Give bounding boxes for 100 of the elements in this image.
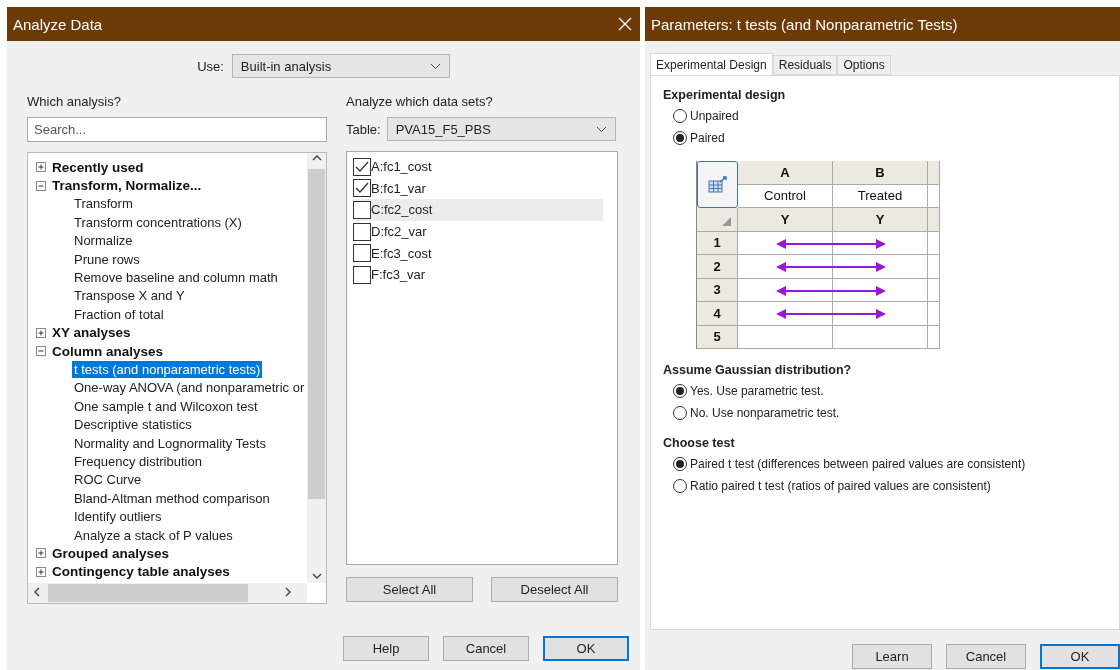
dialog-button[interactable]: Cancel [946,644,1026,669]
data-set-row[interactable]: A:fc1_cost [353,156,603,178]
section-heading: Assume Gaussian distribution? [663,363,853,377]
tree-item[interactable]: Descriptive statistics [72,416,194,434]
tree-group[interactable]: Contingency table analyses [52,564,230,580]
radio-label: Ratio paired t test (ratios of paired values are consistent) [690,479,991,493]
dialog-button[interactable]: Cancel [443,636,529,661]
expand-icon[interactable] [36,327,46,338]
tree-group[interactable]: Column analyses [52,343,164,359]
close-icon[interactable] [618,17,632,31]
caret-icon [429,62,441,70]
expand-icon[interactable] [36,548,46,559]
tree-item[interactable]: One sample t and Wilcoxon test [72,397,260,415]
dialog-button[interactable]: OK [543,636,629,661]
row-number: 1 [697,231,738,255]
data-set-label: C:fc2_cost [371,202,433,218]
dialog-button[interactable]: Help [343,636,429,661]
caret-icon [595,125,607,133]
tree-item[interactable]: Frequency distribution [72,452,204,470]
dialog-button[interactable]: OK [1040,644,1120,669]
radio-button[interactable] [673,131,687,145]
tree-group[interactable]: XY analyses [52,325,131,341]
tab[interactable]: Options [837,55,891,75]
section-heading: Analyze which data sets? [346,94,494,109]
tree-item[interactable]: Identify outliers [72,508,164,526]
dialog-button[interactable]: Learn [852,644,932,669]
data-set-row[interactable]: D:fc2_var [353,220,603,243]
data-set-label: B:fc1_var [371,180,426,196]
section-heading: Experimental design [663,88,787,102]
data-set-label: A:fc1_cost [371,159,432,175]
use-dropdown[interactable]: Built-in analysis [231,54,450,78]
radio-button[interactable] [673,479,687,493]
table-cell [928,325,940,349]
column-letter: A [738,161,833,185]
data-set-label: E:fc3_cost [371,245,432,261]
tree-item[interactable]: Transform concentrations (X) [72,213,244,231]
tree-item[interactable]: Normality and Lognormality Tests [72,434,268,452]
horizontal-scrollbar[interactable] [28,583,307,603]
tree-item[interactable]: Fraction of total [72,305,166,323]
select-button[interactable]: Deselect All [491,577,618,602]
tree-group[interactable]: Grouped analyses [52,545,170,561]
tree-item[interactable]: Transform [72,195,135,213]
table-cell [928,302,940,326]
radio-button[interactable] [673,457,687,471]
tree-item[interactable]: Bland-Altman method comparison [72,489,272,507]
use-label: Use: [197,58,224,74]
checkbox[interactable] [353,222,371,241]
tree-group[interactable]: Transform, Normalize... [52,178,202,194]
select-button[interactable]: Select All [346,577,473,602]
checkbox[interactable] [353,244,371,263]
window-title: Analyze Data [13,15,103,33]
scrollbar-thumb[interactable] [48,584,248,602]
expand-icon[interactable] [36,566,46,577]
data-set-label: F:fc3_var [371,267,426,283]
tab[interactable]: Residuals [772,55,838,75]
table-icon [707,175,728,194]
tab[interactable]: Experimental Design [650,53,773,75]
table-dropdown[interactable]: PVA15_F5_PBS [386,117,616,141]
data-set-row[interactable]: E:fc3_cost [353,242,603,264]
radio-button[interactable] [673,384,687,398]
tree-item[interactable]: Analyze a stack of P values [72,526,235,544]
data-set-row[interactable]: B:fc1_var [353,177,603,200]
radio-label: Paired t test (differences between paired values are consistent) [690,457,1026,471]
collapse-icon[interactable] [36,180,46,191]
radio-button[interactable] [673,109,687,123]
radio-button[interactable] [673,406,687,420]
checkbox[interactable] [353,265,371,284]
column-letter: B [833,161,928,185]
tree-item[interactable]: Normalize [72,232,135,250]
checkbox[interactable] [353,179,371,198]
row-number: 3 [697,278,738,302]
tree-item[interactable]: ROC Curve [72,471,144,489]
row-number: 5 [697,325,738,349]
expand-icon[interactable] [36,162,46,173]
checkbox[interactable] [353,201,371,219]
data-set-row[interactable]: C:fc2_cost [353,199,603,221]
column-type: Y [833,208,928,232]
vertical-scrollbar[interactable] [307,153,326,583]
table-cell [928,278,940,302]
tree-item[interactable]: Remove baseline and column math [72,269,280,287]
tree-item[interactable]: Prune rows [72,250,142,268]
collapse-icon[interactable] [36,346,46,357]
table-cell [928,161,940,185]
section-heading: Which analysis? [27,94,122,109]
scrollbar-thumb[interactable] [308,169,325,499]
data-set-row[interactable]: F:fc3_var [353,263,603,286]
window-title: Parameters: t tests (and Nonparametric Tests) [651,15,958,33]
check-icon [355,182,369,195]
tree-item[interactable]: Transpose X and Y [72,287,187,305]
table-button[interactable] [697,161,738,208]
search-field[interactable]: Search... [27,117,327,142]
tree-item[interactable]: One-way ANOVA (and nonparametric or [72,379,307,397]
table-label: Table: [346,121,381,137]
section-heading: Choose test [663,436,736,450]
table-cell [928,231,940,255]
checkbox[interactable] [353,157,371,176]
tree-item[interactable]: t tests (and nonparametric tests) [72,361,263,378]
check-icon [355,160,369,173]
corner-triangle-icon [722,216,731,226]
tree-group[interactable]: Recently used [52,159,144,175]
